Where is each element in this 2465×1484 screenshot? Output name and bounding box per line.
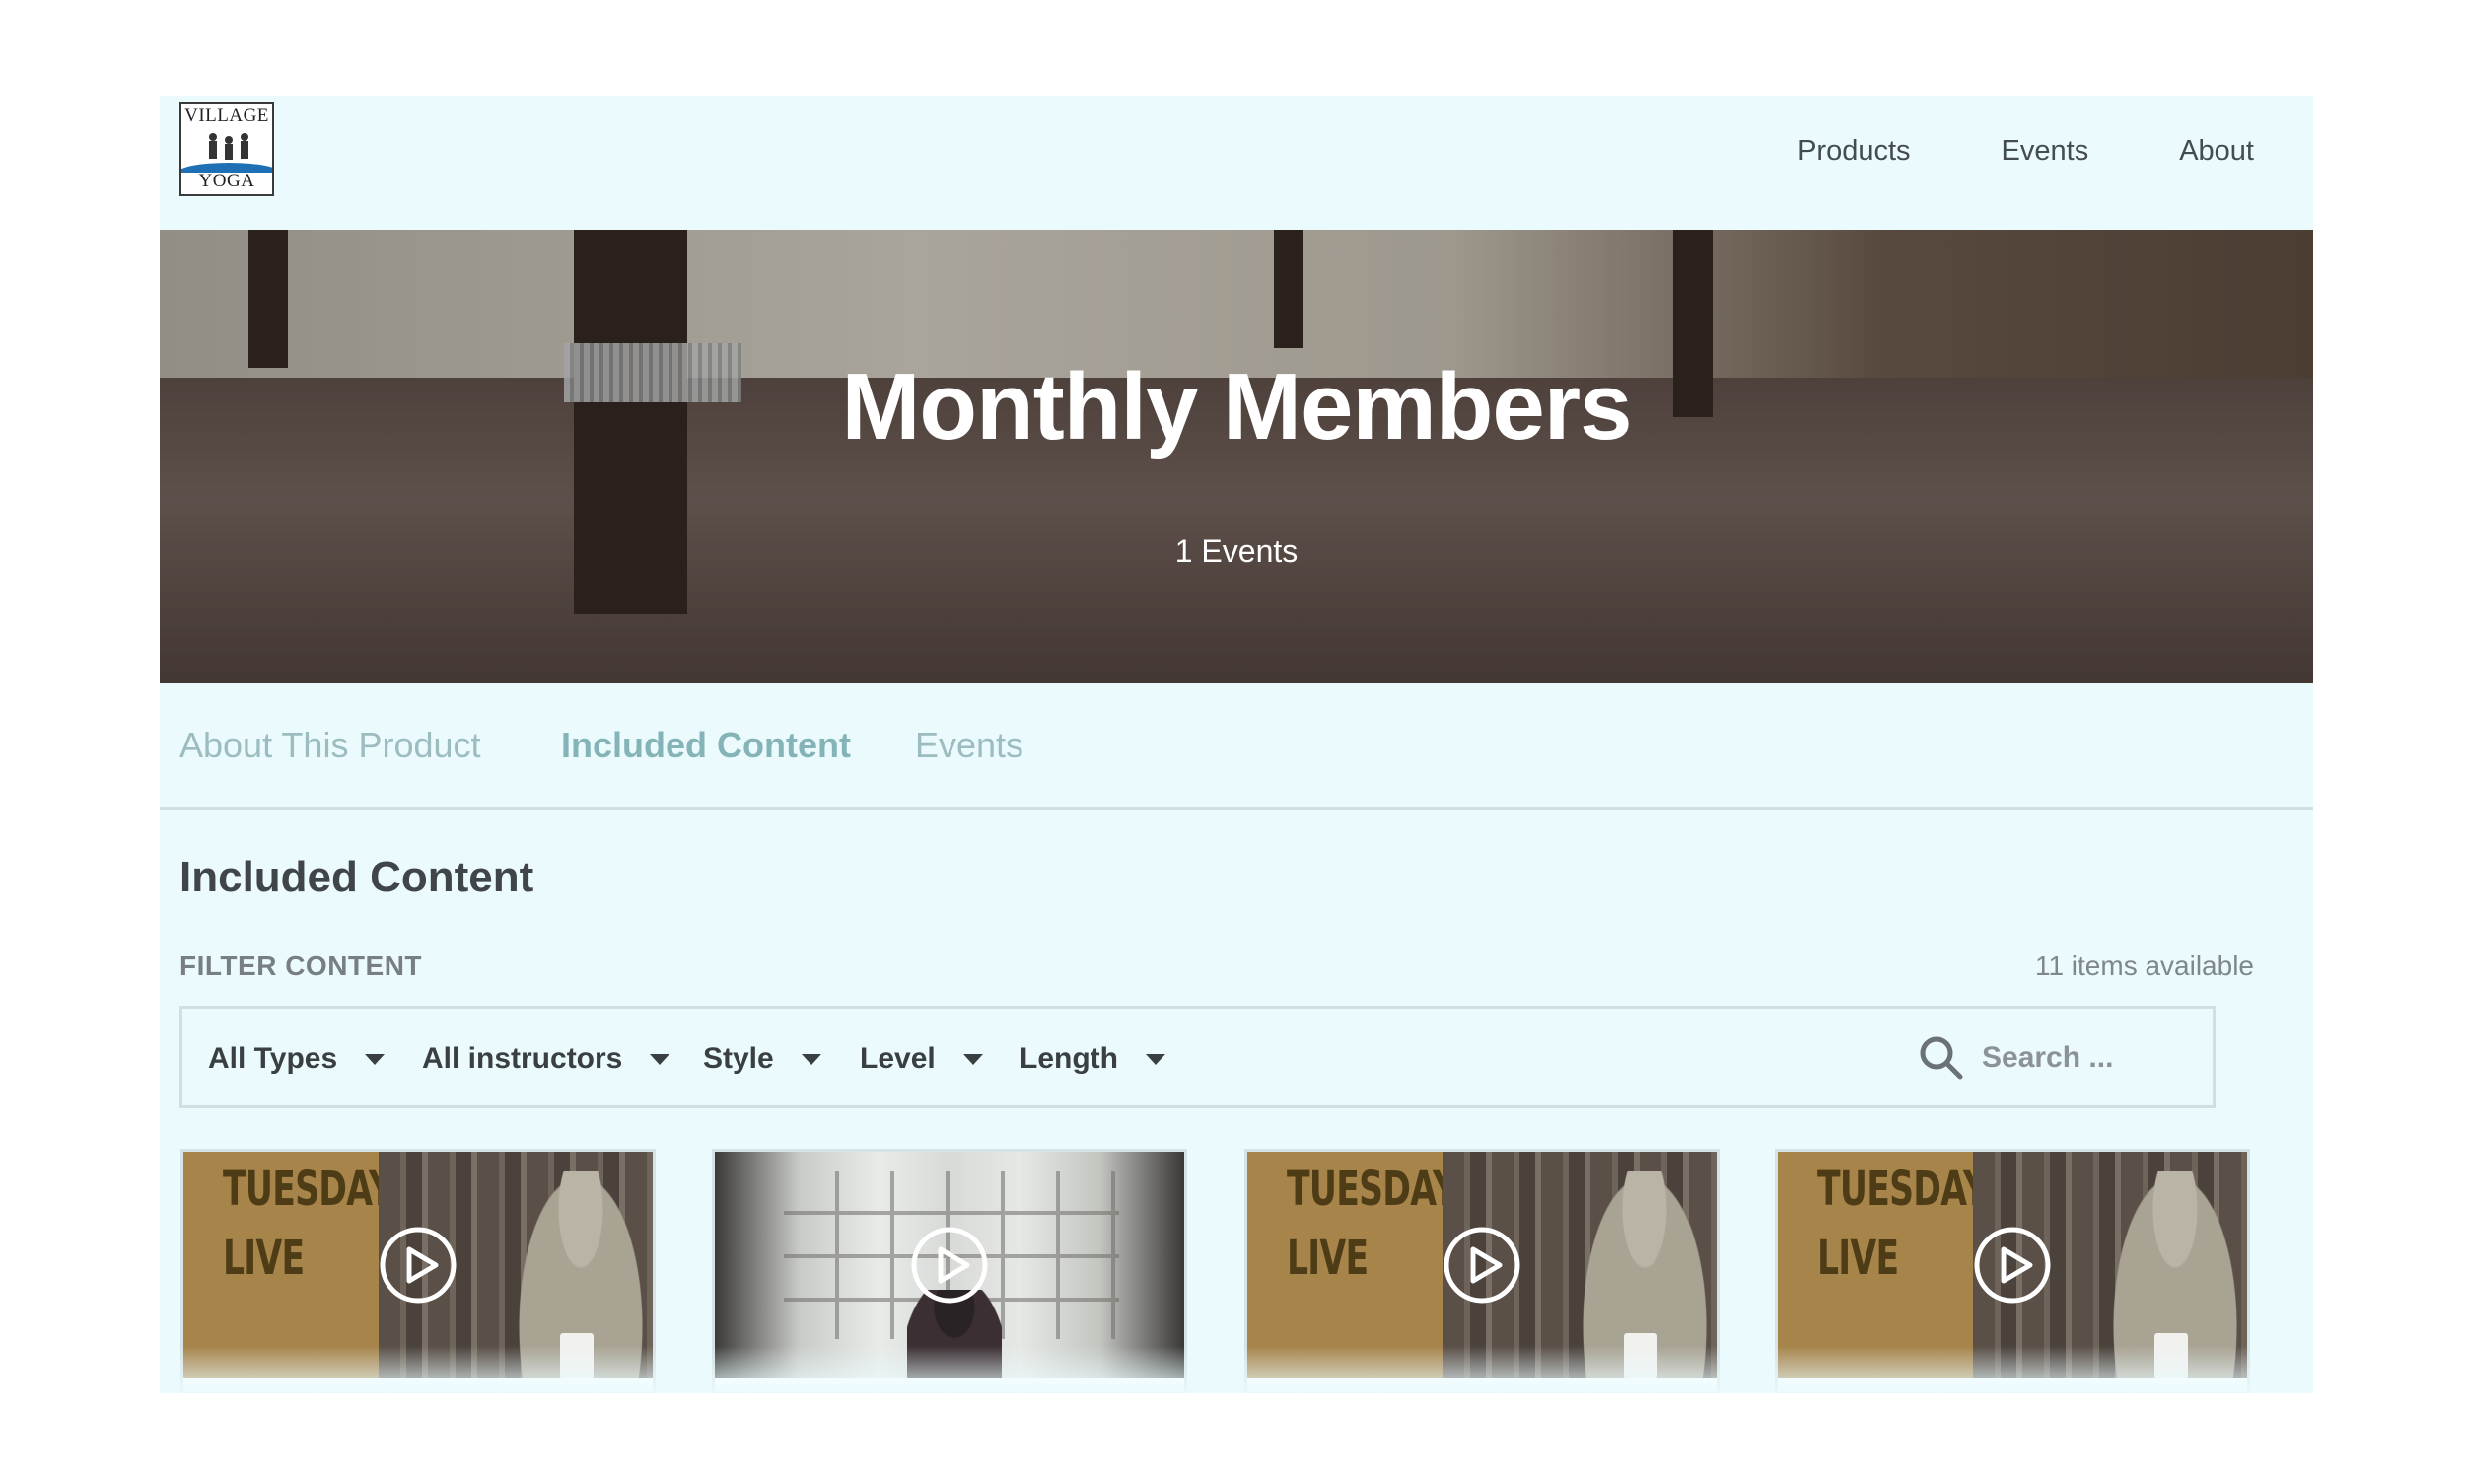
filter-level-label: Level <box>860 1042 936 1075</box>
search-box <box>1917 1030 2153 1086</box>
filter-level-dropdown[interactable]: Level <box>860 1042 983 1076</box>
filter-bar: All Types All instructors Style Level Le… <box>179 1006 2216 1108</box>
nav-products[interactable]: Products <box>1797 135 1910 168</box>
logo-figures-icon <box>209 133 248 160</box>
thumbnail-line2: LIVE <box>1817 1231 1899 1286</box>
thumbnail-line2: LIVE <box>223 1231 305 1286</box>
play-icon[interactable] <box>379 1226 458 1305</box>
filter-length-label: Length <box>1020 1042 1118 1075</box>
thumbnail-text-panel: TUESDAY LIVE <box>183 1152 393 1378</box>
product-tabs: About This Product Included Content Even… <box>160 683 2313 810</box>
play-icon[interactable] <box>1443 1226 1521 1305</box>
thumbnail-text-panel: TUESDAY LIVE <box>1778 1152 1988 1378</box>
logo-top-text: VILLAGE <box>184 106 269 126</box>
hero-title: Monthly Members <box>841 354 1632 459</box>
caret-down-icon <box>962 1053 983 1065</box>
filter-instructors-label: All instructors <box>422 1042 623 1075</box>
tab-events[interactable]: Events <box>915 725 1023 766</box>
filter-style-label: Style <box>703 1042 774 1075</box>
play-icon[interactable] <box>910 1226 989 1305</box>
nav-events[interactable]: Events <box>2002 135 2089 168</box>
main-nav: Products Events About <box>1797 135 2254 168</box>
hero-subtitle: 1 Events <box>1174 533 1299 569</box>
thumbnail-line1: TUESDAY <box>1287 1162 1457 1217</box>
tab-included-content[interactable]: Included Content <box>561 725 851 766</box>
search-input[interactable] <box>1982 1041 2149 1075</box>
logo-bottom-text: YOGA <box>198 171 255 191</box>
search-icon <box>1920 1036 1963 1080</box>
page-frame: VILLAGE YOGA Products Events About Month… <box>160 96 2313 1393</box>
play-icon[interactable] <box>1973 1226 2052 1305</box>
bottom-fade <box>160 1346 2313 1393</box>
filter-types-dropdown[interactable]: All Types <box>208 1042 386 1076</box>
caret-down-icon <box>365 1053 386 1065</box>
village-yoga-logo[interactable]: VILLAGE YOGA <box>179 102 274 196</box>
thumbnail-line1: TUESDAY <box>1817 1162 1988 1217</box>
site-header: VILLAGE YOGA Products Events About <box>160 96 2313 230</box>
filter-instructors-dropdown[interactable]: All instructors <box>422 1042 670 1076</box>
caret-down-icon <box>650 1053 670 1065</box>
section-title: Included Content <box>179 853 534 901</box>
filter-content-label: FILTER CONTENT <box>179 951 423 981</box>
filter-types-label: All Types <box>208 1042 338 1075</box>
thumbnail-text-panel: TUESDAY LIVE <box>1247 1152 1457 1378</box>
nav-about[interactable]: About <box>2179 135 2254 168</box>
thumbnail-line1: TUESDAY <box>223 1162 393 1217</box>
filter-style-dropdown[interactable]: Style <box>703 1042 821 1076</box>
caret-down-icon <box>1145 1053 1165 1065</box>
tab-about-this-product[interactable]: About This Product <box>179 725 481 766</box>
filter-length-dropdown[interactable]: Length <box>1020 1042 1165 1076</box>
caret-down-icon <box>801 1053 821 1065</box>
items-count: 11 items available <box>2034 951 2254 981</box>
hero-banner: Monthly Members 1 Events <box>160 230 2313 683</box>
thumbnail-line2: LIVE <box>1287 1231 1369 1286</box>
